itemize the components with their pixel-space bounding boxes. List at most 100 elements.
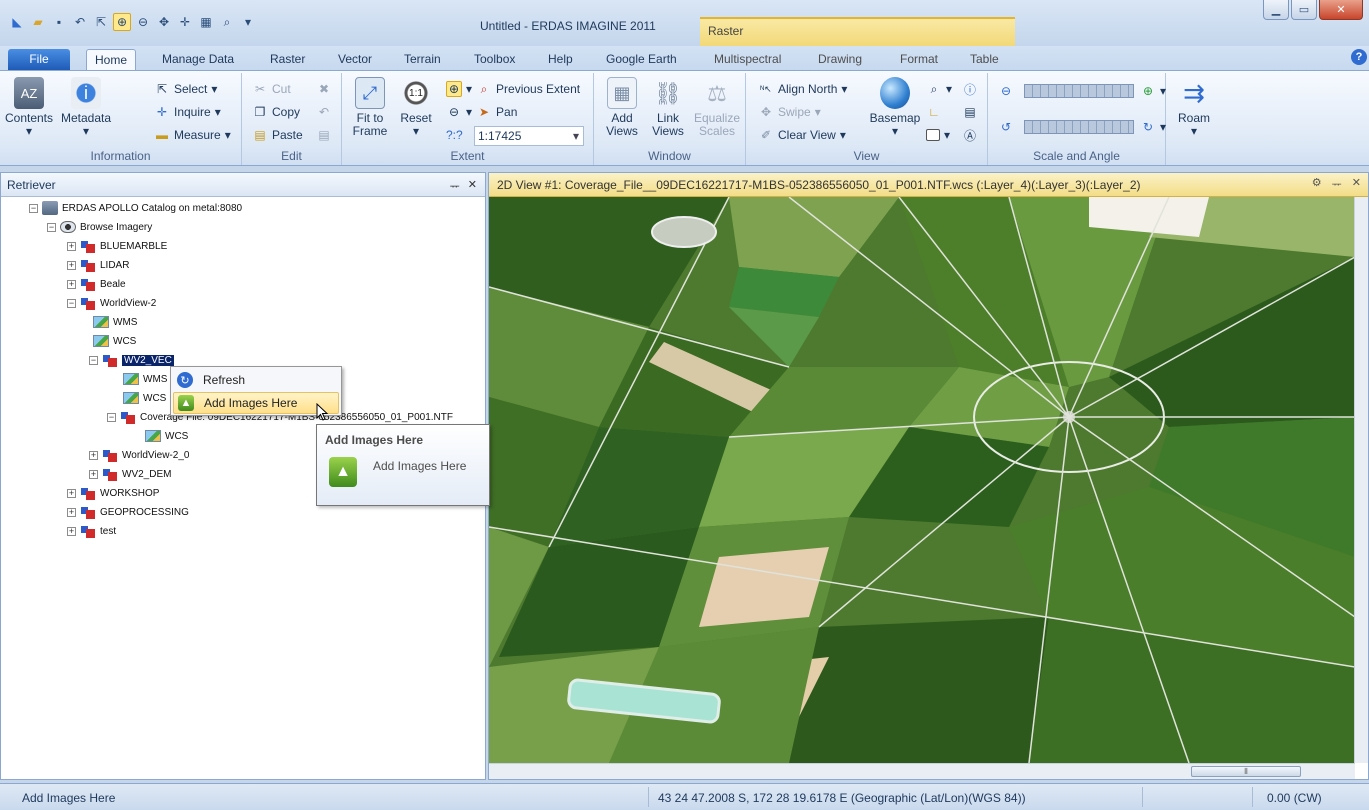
zoom-out-icon[interactable]: ⊖ xyxy=(134,13,152,31)
tab-drawing[interactable]: Drawing xyxy=(810,49,870,70)
rotate-cw-button[interactable]: ↻ ▾ xyxy=(1140,117,1166,137)
expand-icon[interactable]: + xyxy=(89,450,98,460)
scale-decrease-button[interactable]: ⊖ xyxy=(998,81,1014,101)
collapse-icon[interactable]: − xyxy=(67,298,76,308)
maximize-button[interactable]: ▭ xyxy=(1291,0,1317,20)
zoom-tool-button[interactable]: ⌕ ▾ xyxy=(926,79,952,99)
reset-button[interactable]: 1:1 Reset ▾ xyxy=(396,77,436,138)
tab-table[interactable]: Table xyxy=(962,49,1007,70)
angle-slider[interactable] xyxy=(1024,120,1134,134)
vertical-scrollbar[interactable] xyxy=(1354,197,1368,763)
roam-button[interactable]: ⇉ Roam ▾ xyxy=(1174,77,1214,138)
tab-manage-data[interactable]: Manage Data xyxy=(154,49,242,70)
collapse-icon[interactable]: − xyxy=(47,222,56,232)
tab-file[interactable]: File xyxy=(8,49,70,70)
save-icon[interactable]: ▪ xyxy=(50,13,68,31)
inquire-button[interactable]: ✛ Inquire ▾ xyxy=(154,102,221,122)
select-pointer-icon[interactable]: ⇱ xyxy=(92,13,110,31)
scale-increase-button[interactable]: ⊕ ▾ xyxy=(1140,81,1166,101)
close-button[interactable]: ✕ xyxy=(1319,0,1363,20)
axes-button[interactable]: ∟ xyxy=(926,102,942,122)
tab-google-earth[interactable]: Google Earth xyxy=(598,49,685,70)
tree-node-test[interactable]: + test xyxy=(67,522,116,540)
fit-to-frame-button[interactable]: ⤢ Fit to Frame xyxy=(350,77,390,138)
tab-toolbox[interactable]: Toolbox xyxy=(466,49,523,70)
expand-icon[interactable]: + xyxy=(89,469,98,479)
menu-item-add-images-here[interactable]: ▲ Add Images Here xyxy=(173,392,339,414)
expand-icon[interactable]: + xyxy=(67,260,76,270)
close-icon[interactable]: ✕ xyxy=(468,178,477,194)
close-icon[interactable]: ✕ xyxy=(1352,176,1361,192)
tab-multispectral[interactable]: Multispectral xyxy=(706,49,789,70)
tree-node-wcs[interactable]: WCS xyxy=(145,427,188,445)
app-icon[interactable]: ◣ xyxy=(8,13,26,31)
tree-node-catalog[interactable]: − ERDAS APOLLO Catalog on metal:8080 xyxy=(29,199,242,217)
undo-icon[interactable]: ↶ xyxy=(71,13,89,31)
tree-node-wms[interactable]: WMS xyxy=(93,313,137,331)
tree-node-wv2-dem[interactable]: + WV2_DEM xyxy=(89,465,171,483)
magnifier-icon[interactable]: ⌕ xyxy=(218,13,236,31)
collapse-icon[interactable]: − xyxy=(107,412,116,422)
tab-vector[interactable]: Vector xyxy=(330,49,380,70)
rotate-ccw-button[interactable]: ↺ xyxy=(998,117,1014,137)
crosshair-icon[interactable]: ✛ xyxy=(176,13,194,31)
collapse-icon[interactable]: − xyxy=(29,203,38,213)
tree-node-wcs[interactable]: WCS xyxy=(123,389,166,407)
basemap-button[interactable]: Basemap ▾ xyxy=(870,77,920,138)
paste-button[interactable]: ▤ Paste xyxy=(252,125,302,145)
previous-extent-button[interactable]: ⊕ ▾ ⌕ Previous Extent xyxy=(446,79,580,99)
zoom-in-icon[interactable]: ⊕ xyxy=(113,13,131,31)
expand-icon[interactable]: + xyxy=(67,279,76,289)
clear-view-button[interactable]: ✐ Clear View ▾ xyxy=(758,125,846,145)
metadata-button[interactable]: i Metadata ▾ xyxy=(58,77,114,138)
paste-special-button[interactable]: ▤ xyxy=(316,125,332,145)
scale-slider[interactable] xyxy=(1024,84,1134,98)
minimize-button[interactable]: ▁ xyxy=(1263,0,1289,20)
expand-icon[interactable]: + xyxy=(67,241,76,251)
tree-node-browse-imagery[interactable]: − Browse Imagery xyxy=(47,218,152,236)
north-symbol-button[interactable]: Ⓐ xyxy=(962,125,978,145)
tree-node-geoprocessing[interactable]: + GEOPROCESSING xyxy=(67,503,189,521)
tab-home[interactable]: Home xyxy=(86,49,137,70)
measure-button[interactable]: ▬ Measure ▾ xyxy=(154,125,231,145)
help-icon[interactable]: ? xyxy=(1351,49,1367,65)
collapse-icon[interactable]: − xyxy=(89,355,98,365)
tree-node-wms[interactable]: WMS xyxy=(123,370,167,388)
scale-combo[interactable]: 1:17425 xyxy=(474,126,584,146)
menu-item-refresh[interactable]: ↻ Refresh xyxy=(173,369,339,391)
tree-node-wcs[interactable]: WCS xyxy=(93,332,136,350)
pin-icon[interactable]: ᅲ xyxy=(1332,176,1342,192)
contents-button[interactable]: AZ Contents ▾ xyxy=(4,77,54,138)
undo-edit-button[interactable]: ↶ xyxy=(316,102,332,122)
expand-icon[interactable]: + xyxy=(67,488,76,498)
link-views-button[interactable]: ⛓ Link Views xyxy=(646,77,690,138)
tree-node-worldview-2[interactable]: − WorldView-2 xyxy=(67,294,156,312)
tab-format[interactable]: Format xyxy=(892,49,946,70)
view-properties-button[interactable]: ▤ xyxy=(962,102,978,122)
select-button[interactable]: ⇱ Select ▾ xyxy=(154,79,217,99)
pan-icon[interactable]: ✥ xyxy=(155,13,173,31)
scrollbar-thumb[interactable]: ⦀ xyxy=(1191,766,1301,777)
tree-node-bluemarble[interactable]: + BLUEMARBLE xyxy=(67,237,167,255)
pan-button[interactable]: ⊖ ▾ ➤ Pan xyxy=(446,102,517,122)
add-views-button[interactable]: ▦ Add Views xyxy=(600,77,644,138)
open-folder-icon[interactable]: ▰ xyxy=(29,13,47,31)
tab-terrain[interactable]: Terrain xyxy=(396,49,449,70)
swipe-button[interactable]: ✥ Swipe ▾ xyxy=(758,102,821,122)
cut-button[interactable]: ✂ Cut xyxy=(252,79,291,99)
tree-node-worldview-2-0[interactable]: + WorldView-2_0 xyxy=(89,446,189,464)
grid-icon[interactable]: ▦ xyxy=(197,13,215,31)
satellite-image-canvas[interactable] xyxy=(489,197,1355,763)
equalize-scales-button[interactable]: ⚖ Equalize Scales xyxy=(692,77,742,138)
view-info-button[interactable]: ⓘ xyxy=(962,79,978,99)
align-north-button[interactable]: ᴺ↖ Align North ▾ xyxy=(758,79,847,99)
expand-icon[interactable]: + xyxy=(67,507,76,517)
copy-button[interactable]: ❐ Copy xyxy=(252,102,300,122)
tree-node-lidar[interactable]: + LIDAR xyxy=(67,256,129,274)
delete-button[interactable]: ✖ xyxy=(316,79,332,99)
tab-help[interactable]: Help xyxy=(540,49,581,70)
tree-node-beale[interactable]: + Beale xyxy=(67,275,126,293)
background-color-button[interactable]: ▾ xyxy=(926,125,950,145)
tree-node-workshop[interactable]: + WORKSHOP xyxy=(67,484,159,502)
view-tools-icon[interactable]: ⚙ xyxy=(1312,176,1322,192)
